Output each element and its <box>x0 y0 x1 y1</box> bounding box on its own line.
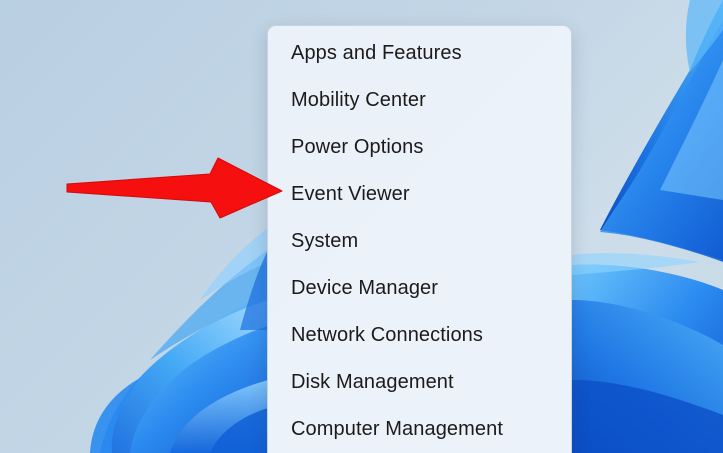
menu-item-label: Apps and Features <box>291 41 462 64</box>
menu-item-label: Computer Management <box>291 417 504 440</box>
menu-item-label: Network Connections <box>291 323 483 346</box>
menu-item-network-connections[interactable]: Network Connections <box>274 314 565 356</box>
menu-item-disk-management[interactable]: Disk Management <box>274 361 565 403</box>
menu-item-computer-management[interactable]: Computer Management <box>274 408 565 450</box>
menu-item-label: Disk Management <box>291 370 454 393</box>
menu-item-label: Event Viewer <box>291 182 410 205</box>
red-arrow-annotation-icon <box>66 157 283 219</box>
menu-item-power-options[interactable]: Power Options <box>274 126 565 168</box>
menu-item-label: Mobility Center <box>291 88 426 111</box>
menu-item-label: Device Manager <box>291 276 439 299</box>
menu-item-mobility-center[interactable]: Mobility Center <box>274 79 565 121</box>
menu-item-label: Power Options <box>291 135 424 158</box>
menu-item-device-manager[interactable]: Device Manager <box>274 267 565 309</box>
menu-item-label: System <box>291 229 359 252</box>
menu-item-event-viewer[interactable]: Event Viewer <box>274 173 565 215</box>
menu-item-apps-and-features[interactable]: Apps and Features <box>274 32 565 74</box>
winx-context-menu: Apps and Features Mobility Center Power … <box>267 25 572 453</box>
menu-item-system[interactable]: System <box>274 220 565 262</box>
